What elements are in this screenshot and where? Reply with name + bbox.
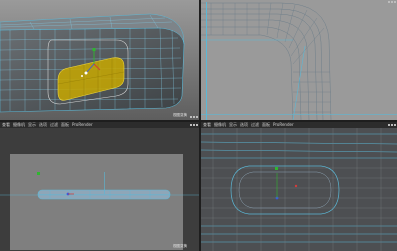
front-canvas bbox=[10, 154, 183, 250]
top-scene bbox=[201, 0, 397, 120]
front-camera-label: 视图变换 bbox=[173, 244, 187, 248]
front-viewport[interactable]: 查看 摄像机 显示 选项 过滤 面板 ProRender 视图变换 bbox=[0, 122, 199, 251]
top-viewport[interactable] bbox=[201, 0, 397, 120]
y-axis-handle bbox=[37, 172, 40, 175]
front-scene bbox=[0, 128, 199, 251]
top-nav-icons[interactable] bbox=[388, 1, 396, 3]
right-nav-icons[interactable] bbox=[388, 124, 396, 126]
perspective-camera-label: 视图变换 bbox=[173, 113, 187, 117]
perspective-nav-icons[interactable] bbox=[190, 116, 198, 118]
perspective-viewport[interactable]: 视图变换 bbox=[0, 0, 199, 120]
viewport-divider-horizontal[interactable] bbox=[0, 120, 397, 122]
cinema4d-four-view-layout: 视图变换 查看 摄像机 显示 选项 过滤 面板 ProRender 视图变换 查… bbox=[0, 0, 397, 251]
front-nav-icons[interactable] bbox=[190, 124, 198, 126]
right-scene bbox=[201, 128, 397, 251]
right-viewport[interactable]: 查看 摄像机 显示 选项 过滤 面板 ProRender bbox=[201, 122, 397, 251]
viewport-divider-vertical[interactable] bbox=[199, 0, 201, 251]
perspective-scene bbox=[0, 0, 199, 120]
